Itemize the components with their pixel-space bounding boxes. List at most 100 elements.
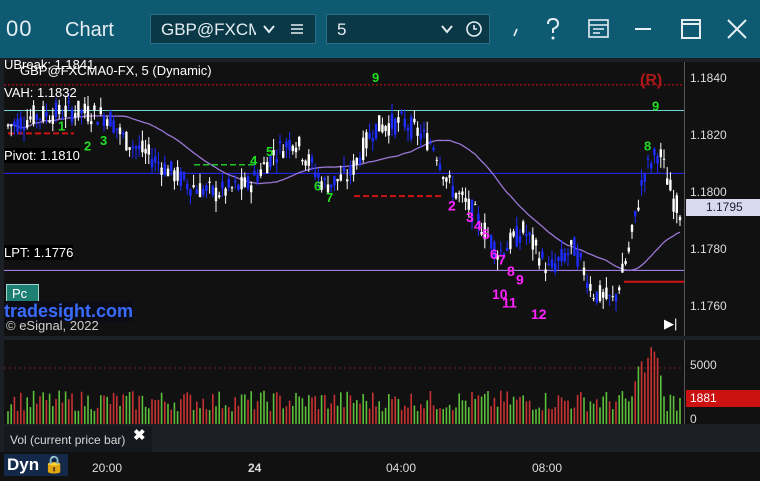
interval-selector[interactable]: 5 — [326, 14, 490, 44]
scroll-to-end-icon[interactable]: ▶| — [664, 316, 677, 332]
volume-bar — [231, 411, 233, 424]
candle-body — [474, 204, 477, 206]
volume-bar — [516, 399, 518, 424]
volume-bar — [176, 411, 179, 424]
volume-bar — [381, 411, 384, 424]
candle-body — [134, 146, 138, 149]
volume-bar — [36, 403, 38, 424]
volume-bar — [122, 394, 124, 424]
volume-bar — [458, 393, 460, 424]
price-chart[interactable]: 2 3 4 5 6 7 8 9 10 11 12 9 1 2 3 4 5 6 7 8 9 — [4, 62, 684, 336]
volume-bar — [583, 397, 585, 424]
candle-body — [48, 120, 51, 123]
volume-axis[interactable]: 5000 0 — [684, 340, 760, 426]
volume-bar — [480, 396, 483, 424]
chevron-down-icon[interactable] — [261, 21, 277, 37]
candle-body — [448, 175, 451, 178]
volume-bar — [404, 405, 406, 424]
candle-body — [10, 124, 13, 127]
dynamic-mode-label[interactable]: Dyn 🔒 — [4, 454, 69, 476]
candle-body — [595, 291, 598, 303]
close-icon[interactable] — [722, 14, 752, 44]
volume-bar — [282, 408, 284, 424]
candle-body — [115, 128, 118, 131]
price-tick: 1.1760 — [690, 299, 727, 313]
setup-count-label: 11 — [502, 294, 517, 310]
volume-bar — [573, 407, 576, 424]
candle-body — [592, 298, 595, 300]
help-icon[interactable] — [538, 14, 568, 44]
volume-bar — [532, 409, 534, 424]
vah-label: VAH: 1.1832 — [4, 85, 77, 100]
volume-chart[interactable] — [4, 340, 684, 424]
time-axis[interactable]: 20:00 24 04:00 08:00 — [0, 452, 760, 481]
candle-body — [266, 162, 269, 174]
setup-count-label: 4 — [474, 217, 482, 233]
setup-count-label: 8 — [507, 263, 515, 279]
volume-bar — [288, 400, 291, 424]
candle-body — [74, 113, 77, 118]
candle-body — [355, 158, 358, 165]
candle-body — [522, 221, 525, 233]
candle-body — [579, 252, 582, 258]
candle-body — [218, 195, 221, 198]
minimize-icon[interactable] — [628, 14, 658, 44]
setup-count-label: 1 — [58, 119, 65, 134]
candle-body — [42, 106, 45, 121]
candle-body — [458, 192, 461, 194]
candle-body — [256, 174, 259, 182]
volume-bar — [160, 392, 163, 424]
volume-bar — [260, 392, 262, 424]
candle-body — [352, 160, 355, 175]
volume-bar — [61, 402, 64, 424]
volume-bar — [676, 410, 678, 424]
candle-body — [304, 160, 307, 166]
symbol-input[interactable]: GBP@FXCM — [161, 20, 256, 40]
volume-bar — [426, 400, 428, 424]
volume-bar — [656, 357, 659, 424]
volume-bar — [269, 410, 272, 424]
candle-body — [394, 118, 397, 135]
interval-input[interactable]: 5 — [337, 20, 346, 40]
volume-bar — [592, 403, 595, 424]
setup-count-label: 6 — [490, 246, 498, 262]
volume-bar — [234, 397, 236, 424]
current-price-badge: 1.1795 — [686, 199, 760, 216]
candle-body — [672, 198, 675, 212]
draw-tool-icon[interactable] — [505, 14, 535, 44]
volume-bar — [442, 408, 444, 424]
setup-count-label: 9 — [652, 99, 659, 114]
maximize-icon[interactable] — [676, 14, 706, 44]
candle-body — [624, 261, 627, 264]
setup-count-label: 12 — [531, 306, 547, 322]
volume-bar — [436, 409, 438, 424]
setup-count-label: 2 — [84, 138, 91, 153]
volume-bar — [487, 391, 489, 424]
candle-body — [131, 146, 134, 148]
volume-study-label[interactable]: Vol (current price bar) — [4, 426, 152, 452]
volume-bar — [71, 393, 73, 424]
volume-bar — [221, 408, 224, 424]
volume-bar — [317, 409, 320, 424]
candle-body — [298, 136, 301, 147]
candle-body — [403, 118, 406, 128]
volume-bar — [400, 409, 403, 424]
candle-body — [138, 145, 141, 150]
candle-body — [234, 180, 237, 183]
layout-icon[interactable] — [584, 14, 614, 44]
setup-count-label: 7 — [498, 252, 506, 268]
lock-icon[interactable]: 🔒 — [44, 455, 65, 474]
symbol-selector[interactable]: GBP@FXCM — [150, 14, 316, 44]
candle-body — [80, 109, 83, 114]
volume-bar — [96, 407, 99, 424]
volume-bar — [112, 392, 115, 424]
volume-bar — [586, 411, 588, 424]
chevron-down-icon[interactable] — [439, 21, 455, 37]
clock-icon[interactable] — [465, 20, 483, 38]
volume-bar — [448, 404, 451, 424]
volume-bar — [263, 390, 265, 424]
close-study-icon[interactable]: ✖ — [133, 426, 146, 444]
candle-body — [128, 147, 131, 150]
menu-icon[interactable] — [289, 21, 305, 37]
setup-count-label: 8 — [644, 138, 651, 153]
